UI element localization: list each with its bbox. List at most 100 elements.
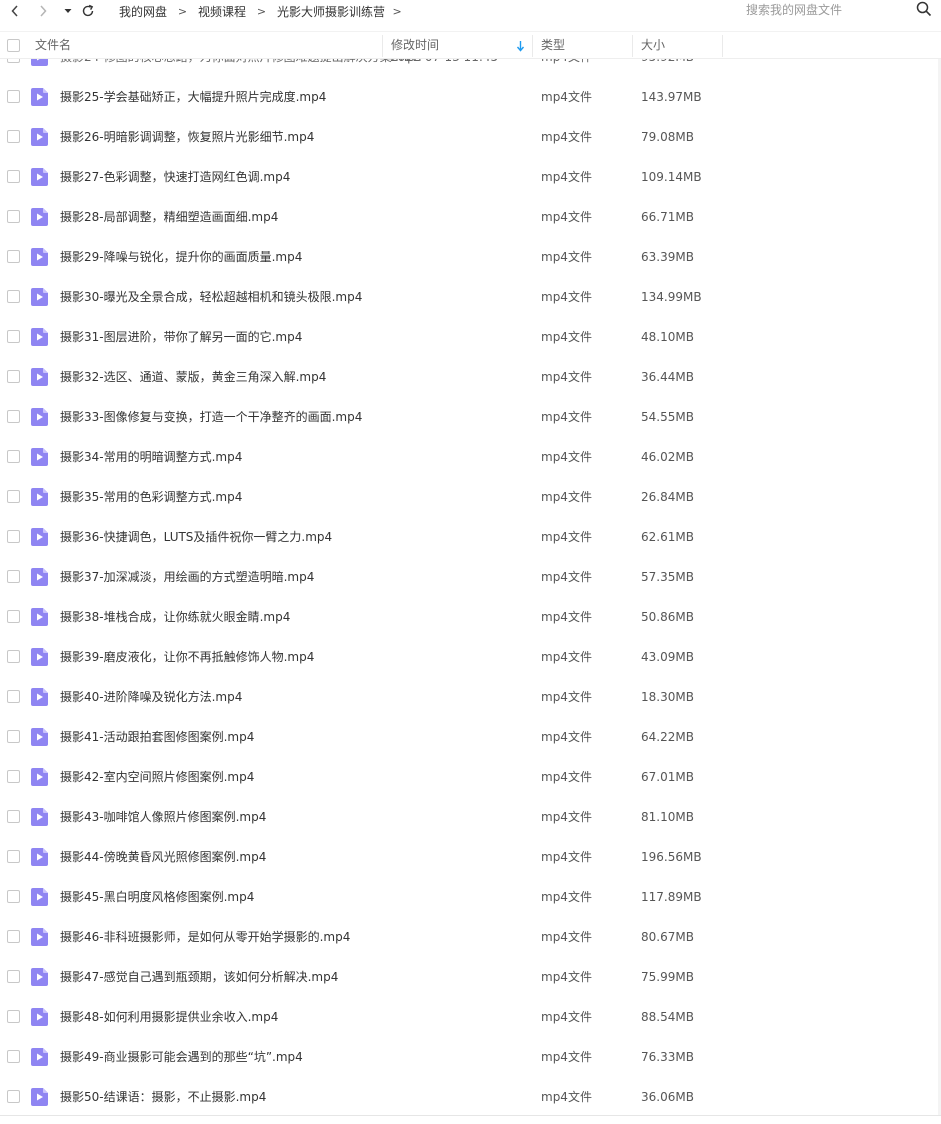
breadcrumb-item-my-drive[interactable]: 我的网盘: [119, 3, 167, 20]
table-row[interactable]: 摄影49-商业摄影可能会遇到的那些“坑”.mp4 mp4文件 76.33MB: [0, 1037, 941, 1077]
column-divider[interactable]: [382, 35, 383, 57]
row-checkbox[interactable]: [7, 890, 20, 903]
row-checkbox[interactable]: [7, 610, 20, 623]
table-row[interactable]: 摄影30-曝光及全景合成，轻松超越相机和镜头极限.mp4 mp4文件 134.99M…: [0, 277, 941, 317]
table-row[interactable]: 摄影31-图层进阶，带你了解另一面的它.mp4 mp4文件 48.10MB: [0, 317, 941, 357]
breadcrumb-item-photo-camp[interactable]: 光影大师摄影训练营: [277, 3, 385, 20]
select-all-checkbox[interactable]: [7, 39, 20, 52]
file-name: 摄影31-图层进阶，带你了解另一面的它.mp4: [60, 330, 303, 344]
row-checkbox[interactable]: [7, 570, 20, 583]
table-row[interactable]: 摄影41-活动跟拍套图修图案例.mp4 mp4文件 64.22MB: [0, 717, 941, 757]
table-row[interactable]: 摄影36-快捷调色，LUTS及插件祝你一臂之力.mp4 mp4文件 62.61MB: [0, 517, 941, 557]
table-row[interactable]: 摄影27-色彩调整，快速打造网红色调.mp4 mp4文件 109.14MB: [0, 157, 941, 197]
table-row[interactable]: 摄影39-磨皮液化，让你不再抵触修饰人物.mp4 mp4文件 43.09MB: [0, 637, 941, 677]
table-row[interactable]: 摄影45-黑白明度风格修图案例.mp4 mp4文件 117.89MB: [0, 877, 941, 917]
table-row[interactable]: 摄影43-咖啡馆人像照片修图案例.mp4 mp4文件 81.10MB: [0, 797, 941, 837]
refresh-button[interactable]: [79, 2, 97, 20]
table-row[interactable]: 摄影48-如何利用摄影提供业余收入.mp4 mp4文件 88.54MB: [0, 997, 941, 1037]
file-name: 摄影47-感觉自己遇到瓶颈期，该如何分析解决.mp4: [60, 970, 339, 984]
table-row[interactable]: 摄影40-进阶降噪及锐化方法.mp4 mp4文件 18.30MB: [0, 677, 941, 717]
file-type: mp4文件: [541, 1010, 592, 1024]
column-header-size[interactable]: 大小: [641, 32, 665, 59]
row-checkbox[interactable]: [7, 1010, 20, 1023]
file-type: mp4文件: [541, 890, 592, 904]
table-row[interactable]: 摄影42-室内空间照片修图案例.mp4 mp4文件 67.01MB: [0, 757, 941, 797]
row-checkbox[interactable]: [7, 90, 20, 103]
breadcrumb-item-video-courses[interactable]: 视频课程: [198, 3, 246, 20]
file-size: 75.99MB: [641, 970, 694, 984]
row-checkbox[interactable]: [7, 450, 20, 463]
forward-button[interactable]: [34, 2, 52, 20]
file-size: 36.44MB: [641, 370, 694, 384]
row-checkbox[interactable]: [7, 850, 20, 863]
file-size: 117.89MB: [641, 890, 702, 904]
search-input[interactable]: [746, 1, 906, 19]
file-type: mp4文件: [541, 610, 592, 624]
table-row[interactable]: 摄影35-常用的色彩调整方式.mp4 mp4文件 26.84MB: [0, 477, 941, 517]
table-row[interactable]: 摄影38-堆栈合成，让你练就火眼金睛.mp4 mp4文件 50.86MB: [0, 597, 941, 637]
back-button[interactable]: [6, 2, 24, 20]
row-checkbox[interactable]: [7, 1090, 20, 1103]
table-row[interactable]: 摄影26-明暗影调调整，恢复照片光影细节.mp4 mp4文件 79.08MB: [0, 117, 941, 157]
file-name: 摄影29-降噪与锐化，提升你的画面质量.mp4: [60, 250, 303, 264]
table-row[interactable]: 摄影50-结课语：摄影，不止摄影.mp4 mp4文件 36.06MB: [0, 1077, 941, 1115]
video-file-icon: [31, 848, 48, 866]
row-checkbox[interactable]: [7, 650, 20, 663]
table-row[interactable]: 摄影33-图像修复与变换，打造一个干净整齐的画面.mp4 mp4文件 54.55MB: [0, 397, 941, 437]
row-checkbox[interactable]: [7, 210, 20, 223]
file-type: mp4文件: [541, 650, 592, 664]
video-file-icon: [31, 728, 48, 746]
video-file-icon: [31, 1008, 48, 1026]
row-checkbox[interactable]: [7, 970, 20, 983]
table-row[interactable]: 摄影46-非科班摄影师，是如何从零开始学摄影的.mp4 mp4文件 80.67MB: [0, 917, 941, 957]
file-type: mp4文件: [541, 730, 592, 744]
file-size: 76.33MB: [641, 1050, 694, 1064]
file-type: mp4文件: [541, 690, 592, 704]
video-file-icon: [31, 168, 48, 186]
file-type: mp4文件: [541, 1050, 592, 1064]
file-name: 摄影41-活动跟拍套图修图案例.mp4: [60, 730, 255, 744]
file-size: 79.08MB: [641, 130, 694, 144]
video-file-icon: [31, 208, 48, 226]
row-checkbox[interactable]: [7, 290, 20, 303]
search-button[interactable]: [916, 1, 934, 19]
table-row[interactable]: 摄影25-学会基础矫正，大幅提升照片完成度.mp4 mp4文件 143.97MB: [0, 77, 941, 117]
row-checkbox[interactable]: [7, 810, 20, 823]
file-name: 摄影46-非科班摄影师，是如何从零开始学摄影的.mp4: [60, 930, 351, 944]
file-name: 摄影50-结课语：摄影，不止摄影.mp4: [60, 1090, 267, 1104]
video-file-icon: [31, 408, 48, 426]
table-row[interactable]: 摄影44-傍晚黄昏风光照修图案例.mp4 mp4文件 196.56MB: [0, 837, 941, 877]
column-divider[interactable]: [632, 35, 633, 57]
row-checkbox[interactable]: [7, 59, 20, 63]
row-checkbox[interactable]: [7, 530, 20, 543]
table-row[interactable]: 摄影32-选区、通道、蒙版，黄金三角深入解.mp4 mp4文件 36.44MB: [0, 357, 941, 397]
column-header-type[interactable]: 类型: [541, 32, 565, 59]
column-divider[interactable]: [532, 35, 533, 57]
column-header-name[interactable]: 文件名: [35, 32, 71, 59]
row-checkbox[interactable]: [7, 1050, 20, 1063]
file-name: 摄影44-傍晚黄昏风光照修图案例.mp4: [60, 850, 267, 864]
table-row[interactable]: 摄影24-修图的核心思路，为你面对照片修图难题提出解决方案.mp42022-07…: [0, 59, 941, 77]
row-checkbox[interactable]: [7, 130, 20, 143]
row-checkbox[interactable]: [7, 370, 20, 383]
video-file-icon: [31, 568, 48, 586]
row-checkbox[interactable]: [7, 330, 20, 343]
row-checkbox[interactable]: [7, 770, 20, 783]
row-checkbox[interactable]: [7, 170, 20, 183]
table-row[interactable]: 摄影37-加深减淡，用绘画的方式塑造明暗.mp4 mp4文件 57.35MB: [0, 557, 941, 597]
row-checkbox[interactable]: [7, 490, 20, 503]
column-header-modified[interactable]: 修改时间: [391, 32, 439, 59]
table-row[interactable]: 摄影34-常用的明暗调整方式.mp4 mp4文件 46.02MB: [0, 437, 941, 477]
row-checkbox[interactable]: [7, 930, 20, 943]
breadcrumb-separator[interactable]: >: [385, 5, 409, 18]
row-checkbox[interactable]: [7, 410, 20, 423]
column-divider[interactable]: [722, 35, 723, 57]
table-row[interactable]: 摄影47-感觉自己遇到瓶颈期，该如何分析解决.mp4 mp4文件 75.99MB: [0, 957, 941, 997]
history-dropdown-button[interactable]: [59, 2, 77, 20]
file-type: mp4文件: [541, 930, 592, 944]
table-row[interactable]: 摄影28-局部调整，精细塑造画面细.mp4 mp4文件 66.71MB: [0, 197, 941, 237]
row-checkbox[interactable]: [7, 730, 20, 743]
table-row[interactable]: 摄影29-降噪与锐化，提升你的画面质量.mp4 mp4文件 63.39MB: [0, 237, 941, 277]
row-checkbox[interactable]: [7, 690, 20, 703]
row-checkbox[interactable]: [7, 250, 20, 263]
